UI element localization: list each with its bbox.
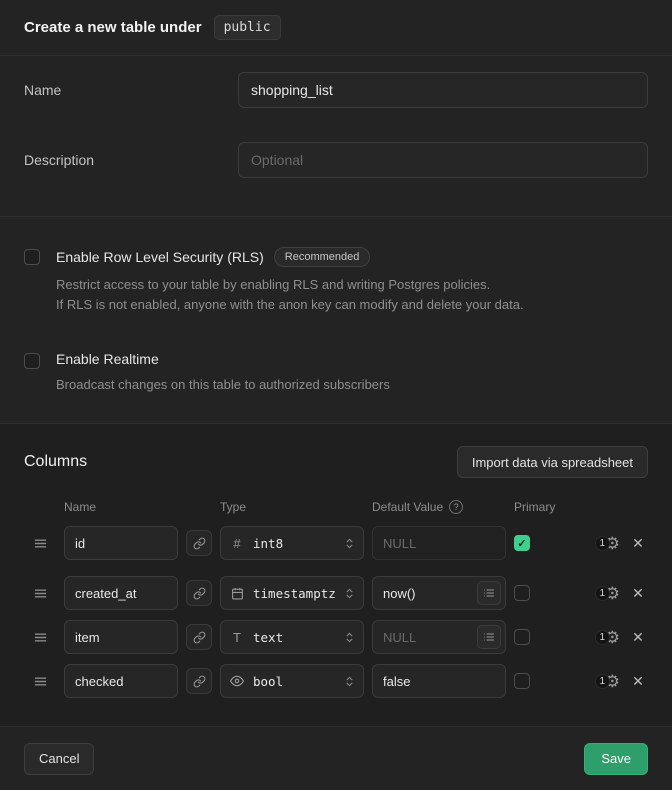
column-name-input[interactable] — [64, 664, 178, 698]
settings-count-badge: 1 — [595, 674, 610, 689]
realtime-label: Enable Realtime — [56, 351, 159, 367]
column-header-primary: Primary — [514, 500, 564, 514]
realtime-toggle-row: Enable Realtime Broadcast changes on thi… — [24, 351, 648, 395]
column-row: timestamptz 1 ⚙ ✕ — [24, 576, 648, 610]
foreign-key-link-icon[interactable] — [186, 530, 212, 556]
chevron-updown-icon — [344, 675, 355, 688]
calendar-icon — [229, 587, 245, 600]
rls-label: Enable Row Level Security (RLS) — [56, 249, 264, 265]
columns-title: Columns — [24, 453, 87, 471]
column-name-input[interactable] — [64, 526, 178, 560]
name-label: Name — [24, 82, 238, 98]
table-details-section: Name Description — [0, 56, 672, 217]
column-name-input[interactable] — [64, 620, 178, 654]
table-name-input[interactable] — [238, 72, 648, 108]
save-button[interactable]: Save — [584, 743, 648, 775]
column-header-name: Name — [64, 500, 178, 514]
remove-column-icon[interactable]: ✕ — [628, 630, 648, 644]
settings-count-badge: 1 — [595, 586, 610, 601]
drag-handle-icon[interactable] — [24, 586, 56, 601]
column-type-value: timestamptz — [253, 586, 336, 601]
column-settings-button[interactable]: 1 ⚙ — [572, 629, 620, 646]
chevron-updown-icon — [344, 537, 355, 550]
drag-handle-icon[interactable] — [24, 536, 56, 551]
table-description-input[interactable] — [238, 142, 648, 178]
chevron-updown-icon — [344, 631, 355, 644]
primary-checkbox[interactable] — [514, 629, 530, 645]
column-type-select[interactable]: # int8 — [220, 526, 364, 560]
import-spreadsheet-button[interactable]: Import data via spreadsheet — [457, 446, 648, 478]
default-value-suggestions-icon[interactable] — [477, 581, 501, 605]
remove-column-icon[interactable]: ✕ — [628, 586, 648, 600]
cancel-button[interactable]: Cancel — [24, 743, 94, 775]
settings-count-badge: 1 — [595, 536, 610, 551]
column-name-input[interactable] — [64, 576, 178, 610]
column-row: # int8 1 ⚙ ✕ — [24, 526, 648, 560]
dialog-title: Create a new table under — [24, 19, 202, 36]
help-icon[interactable]: ? — [449, 500, 463, 514]
text-icon: T — [229, 630, 245, 645]
column-row: T text 1 ⚙ ✕ — [24, 620, 648, 654]
table-options-section: Enable Row Level Security (RLS) Recommen… — [0, 217, 672, 424]
create-table-dialog: Create a new table under public Name Des… — [0, 0, 672, 790]
rls-description-line2: If RLS is not enabled, anyone with the a… — [56, 295, 524, 315]
name-row: Name — [24, 72, 648, 108]
eye-icon — [229, 674, 245, 688]
description-label: Description — [24, 152, 238, 168]
realtime-description: Broadcast changes on this table to autho… — [56, 375, 390, 395]
rls-toggle-row: Enable Row Level Security (RLS) Recommen… — [24, 247, 648, 315]
recommended-badge: Recommended — [274, 247, 371, 267]
column-type-select[interactable]: T text — [220, 620, 364, 654]
default-value-suggestions-icon[interactable] — [477, 625, 501, 649]
foreign-key-link-icon[interactable] — [186, 624, 212, 650]
realtime-checkbox[interactable] — [24, 353, 40, 369]
column-header-default: Default Value — [372, 500, 443, 514]
columns-table-header: Name Type Default Value ? Primary — [24, 500, 648, 514]
primary-checkbox[interactable] — [514, 535, 530, 551]
column-settings-button[interactable]: 1 ⚙ — [572, 585, 620, 602]
default-value-input[interactable] — [372, 664, 506, 698]
columns-section: Columns Import data via spreadsheet Name… — [0, 424, 672, 726]
primary-checkbox[interactable] — [514, 673, 530, 689]
foreign-key-link-icon[interactable] — [186, 580, 212, 606]
column-type-select[interactable]: timestamptz — [220, 576, 364, 610]
primary-checkbox[interactable] — [514, 585, 530, 601]
column-type-value: bool — [253, 674, 336, 689]
column-type-value: int8 — [253, 536, 336, 551]
column-type-value: text — [253, 630, 336, 645]
column-settings-button[interactable]: 1 ⚙ — [572, 673, 620, 690]
rls-description-line1: Restrict access to your table by enablin… — [56, 275, 524, 295]
foreign-key-link-icon[interactable] — [186, 668, 212, 694]
drag-handle-icon[interactable] — [24, 630, 56, 645]
remove-column-icon[interactable]: ✕ — [628, 536, 648, 550]
settings-count-badge: 1 — [595, 630, 610, 645]
dialog-footer: Cancel Save — [0, 726, 672, 790]
schema-badge: public — [214, 15, 281, 40]
chevron-updown-icon — [344, 587, 355, 600]
column-header-type: Type — [220, 500, 364, 514]
column-row: bool 1 ⚙ ✕ — [24, 664, 648, 698]
column-type-select[interactable]: bool — [220, 664, 364, 698]
drag-handle-icon[interactable] — [24, 674, 56, 689]
hash-icon: # — [229, 536, 245, 551]
column-settings-button[interactable]: 1 ⚙ — [572, 535, 620, 552]
default-value-input[interactable] — [372, 526, 506, 560]
description-row: Description — [24, 142, 648, 178]
remove-column-icon[interactable]: ✕ — [628, 674, 648, 688]
rls-checkbox[interactable] — [24, 249, 40, 265]
dialog-header: Create a new table under public — [0, 0, 672, 56]
